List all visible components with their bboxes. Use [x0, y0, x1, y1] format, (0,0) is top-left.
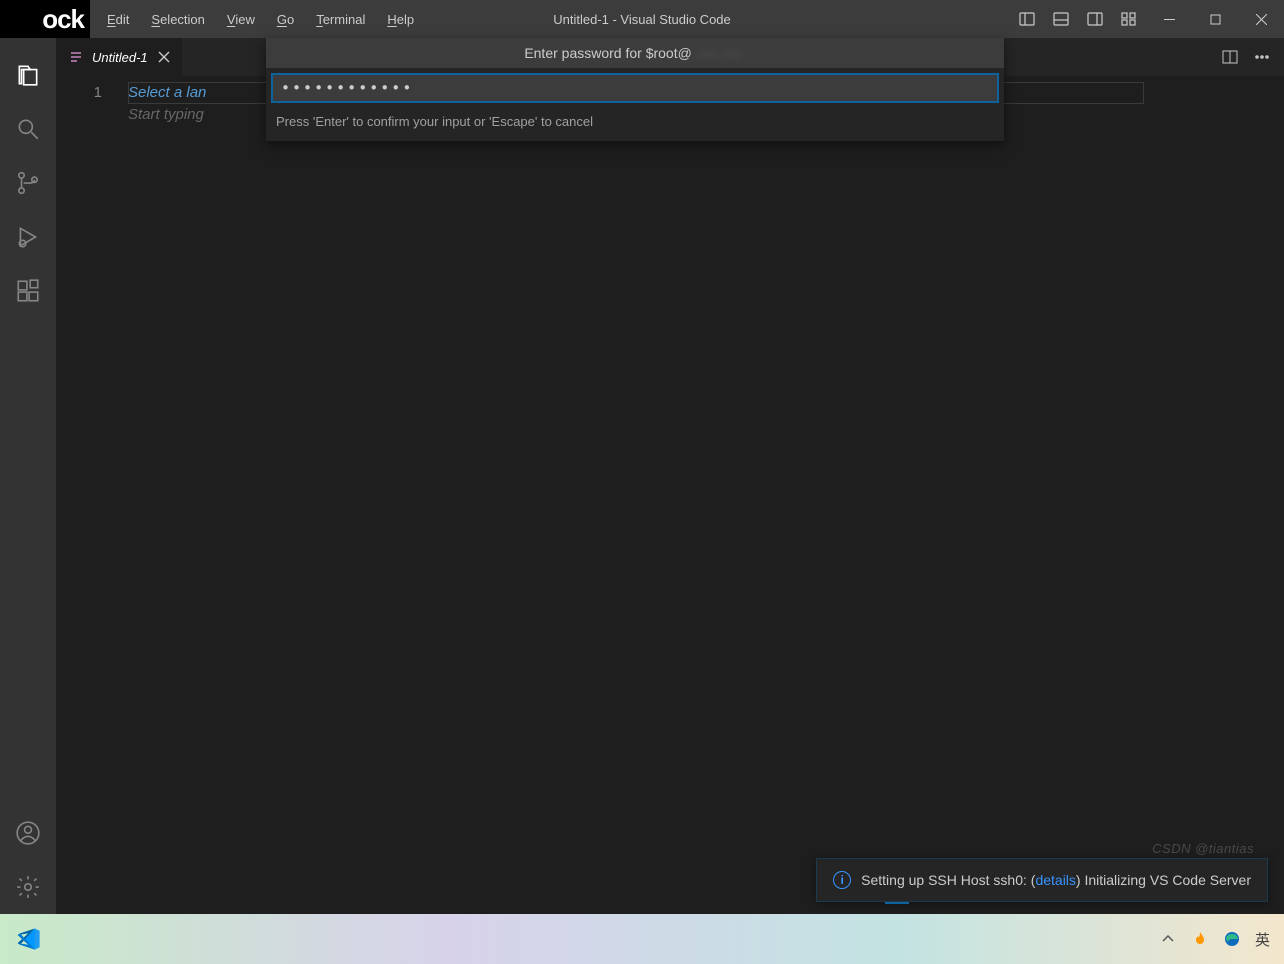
- menu-help[interactable]: Help: [376, 4, 425, 35]
- activity-explorer[interactable]: [0, 48, 56, 102]
- hostname-blurred: ····· ····: [692, 45, 746, 61]
- line-number: 1: [56, 82, 102, 104]
- info-icon: i: [833, 871, 851, 889]
- notification-text: Setting up SSH Host ssh0: (details) Init…: [861, 872, 1251, 888]
- notification-details-link[interactable]: details: [1035, 872, 1075, 888]
- activity-search[interactable]: [0, 102, 56, 156]
- activity-run-debug[interactable]: [0, 210, 56, 264]
- window-logo-fragment: ock: [0, 0, 90, 38]
- tray-chevron-icon[interactable]: [1159, 930, 1177, 948]
- vscode-window: ock Edit Selection View Go Terminal Help…: [0, 0, 1284, 914]
- watermark-text: CSDN @tiantias: [1152, 841, 1254, 856]
- tab-close-icon[interactable]: [156, 49, 172, 65]
- activity-source-control[interactable]: [0, 156, 56, 210]
- menu-bar: Edit Selection View Go Terminal Help: [96, 4, 425, 35]
- menu-selection[interactable]: Selection: [140, 4, 215, 35]
- system-tray: 英: [1159, 929, 1270, 950]
- menu-view[interactable]: View: [216, 4, 266, 35]
- file-icon: [68, 49, 84, 65]
- menu-terminal[interactable]: Terminal: [305, 4, 376, 35]
- window-maximize[interactable]: [1192, 0, 1238, 38]
- titlebar: ock Edit Selection View Go Terminal Help…: [0, 0, 1284, 38]
- quick-input-password: Enter password for $root@····· ···· Pres…: [266, 38, 1004, 141]
- activity-settings[interactable]: [0, 860, 56, 914]
- activity-accounts[interactable]: [0, 806, 56, 860]
- menu-edit[interactable]: Edit: [96, 4, 140, 35]
- placeholder-line-1: Select a lan: [128, 84, 206, 101]
- editor-group: Untitled-1 1 Select a lan Start typing: [56, 38, 1284, 914]
- quick-input-hint: Press 'Enter' to confirm your input or '…: [266, 108, 1004, 141]
- layout-right-icon[interactable]: [1078, 5, 1112, 33]
- tray-flame-icon[interactable]: [1191, 930, 1209, 948]
- activity-extensions[interactable]: [0, 264, 56, 318]
- split-editor-icon[interactable]: [1216, 43, 1244, 71]
- menu-go[interactable]: Go: [266, 4, 305, 35]
- code-area[interactable]: Select a lan Start typing: [128, 82, 1284, 914]
- titlebar-right: [1010, 0, 1284, 38]
- editor-actions: [1216, 43, 1284, 71]
- placeholder-line-2: Start typing: [128, 106, 204, 123]
- window-minimize[interactable]: [1146, 0, 1192, 38]
- taskbar-vscode-icon[interactable]: [14, 924, 44, 954]
- notification-progress: [885, 902, 909, 904]
- layout-left-icon[interactable]: [1010, 5, 1044, 33]
- tab-untitled-1[interactable]: Untitled-1: [56, 38, 183, 76]
- workbench-body: Untitled-1 1 Select a lan Start typing: [0, 38, 1284, 914]
- activity-bar: [0, 38, 56, 914]
- text-editor[interactable]: 1 Select a lan Start typing: [56, 76, 1284, 914]
- window-close[interactable]: [1238, 0, 1284, 38]
- quick-input-title: Enter password for $root@····· ····: [266, 38, 1004, 68]
- password-input[interactable]: [272, 74, 998, 102]
- ime-indicator[interactable]: 英: [1255, 929, 1270, 950]
- layout-bottom-icon[interactable]: [1044, 5, 1078, 33]
- more-actions-icon[interactable]: [1248, 43, 1276, 71]
- tray-edge-icon[interactable]: [1223, 930, 1241, 948]
- os-taskbar: 英: [0, 914, 1284, 964]
- notification-ssh-setup[interactable]: i Setting up SSH Host ssh0: (details) In…: [816, 858, 1268, 902]
- tab-label: Untitled-1: [92, 50, 148, 65]
- line-gutter: 1: [56, 82, 128, 914]
- layout-custom-icon[interactable]: [1112, 5, 1146, 33]
